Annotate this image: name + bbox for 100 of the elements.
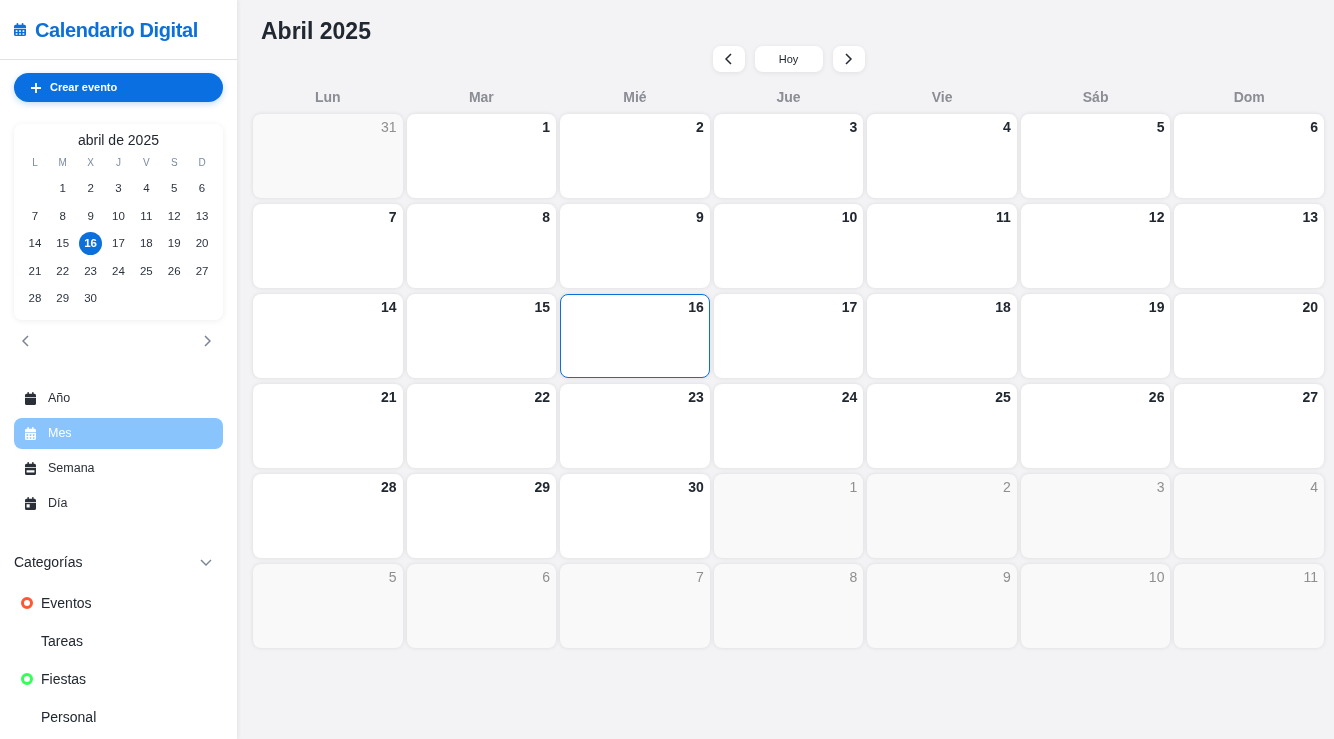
view-item[interactable]: Año [14,383,223,414]
day-cell[interactable]: 8 [406,204,557,288]
day-cell[interactable]: 7 [253,204,403,288]
today-button[interactable]: Hoy [754,46,823,72]
view-item[interactable]: Día [14,488,223,519]
day-cell[interactable]: 1 [406,114,557,198]
date-button[interactable]: 15 [51,232,75,256]
day-number: 13 [1302,209,1318,226]
day-number: 18 [995,299,1011,316]
day-cell[interactable]: 21 [253,384,403,468]
chevron-left-icon [725,53,732,65]
category-item[interactable]: Fiestas [41,668,87,690]
day-cell[interactable]: 18 [867,294,1017,378]
day-cell[interactable]: 17 [713,294,864,378]
next-button[interactable] [832,46,865,72]
day-number: 17 [841,299,858,316]
day-cell[interactable]: 20 [1174,294,1324,378]
date-button[interactable]: 1 [51,177,75,201]
day-cell[interactable]: 25 [867,384,1017,468]
day-cell[interactable]: 12 [1020,204,1171,288]
date-button[interactable]: 26 [162,259,186,283]
date-button[interactable]: 23 [79,259,103,283]
day-number: 19 [1148,299,1165,316]
day-cell[interactable]: 6 [1174,114,1324,198]
day-cell[interactable]: 11 [867,204,1017,288]
day-number: 21 [381,389,397,406]
day-cell[interactable]: 22 [406,384,557,468]
date-button[interactable]: 12 [162,204,186,228]
date-button[interactable]: 6 [190,177,214,201]
day-cell[interactable]: 14 [253,294,403,378]
date-button[interactable]: 20 [190,232,214,256]
day-cell[interactable]: 15 [406,294,557,378]
day-cell[interactable]: 13 [1174,204,1324,288]
date-button[interactable]: 21 [23,259,47,283]
weekday-label: V [143,156,150,170]
date-button[interactable]: 16 [79,232,103,256]
date-button[interactable]: 14 [23,232,47,256]
calendar-day-icon [25,497,36,510]
date-button[interactable]: 18 [134,232,158,256]
day-cell[interactable]: 2 [560,114,710,198]
day-cell[interactable]: 10 [713,204,864,288]
date-button[interactable]: 13 [190,204,214,228]
day-number: 11 [996,209,1011,226]
date-button[interactable]: 10 [107,204,130,228]
day-cell[interactable]: 27 [1174,384,1324,468]
day-number: 3 [1156,479,1165,496]
day-number: 15 [534,299,551,316]
weekday-label: Mar [468,88,494,107]
day-number: 27 [1302,389,1318,406]
date-button[interactable]: 25 [134,259,158,283]
date-button[interactable]: 27 [190,259,214,283]
day-number: 16 [688,299,704,316]
day-cell[interactable]: 24 [713,384,864,468]
day-cell[interactable]: 4 [867,114,1017,198]
calendar-grid-icon [14,23,26,36]
chevron-right-icon [845,53,852,65]
day-number: 9 [695,209,704,226]
date-button[interactable]: 24 [107,259,130,283]
chevron-left-icon[interactable] [22,335,29,347]
date-button[interactable]: 17 [107,232,130,256]
date-button[interactable]: 2 [79,177,103,201]
day-number: 6 [542,569,551,586]
create-event-button[interactable]: Crear evento [14,73,223,102]
date-button[interactable]: 9 [79,204,103,228]
weekday-label: X [87,156,94,170]
day-cell[interactable]: 5 [1020,114,1171,198]
day-cell[interactable]: 29 [406,474,557,558]
date-button[interactable]: 7 [23,204,47,228]
date-button[interactable]: 30 [79,287,103,311]
date-button[interactable]: 8 [51,204,75,228]
chevron-down-icon[interactable] [200,558,212,566]
day-cell[interactable]: 26 [1020,384,1171,468]
chevron-right-icon[interactable] [204,335,211,347]
day-cell[interactable]: 30 [560,474,710,558]
day-cell[interactable]: 28 [253,474,403,558]
weekday-label: Dom [1233,88,1265,107]
plus-icon [31,82,41,93]
date-button[interactable]: 11 [134,204,158,228]
day-cell[interactable]: 3 [713,114,864,198]
view-item[interactable]: Semana [14,453,223,484]
date-button[interactable]: 4 [134,177,158,201]
previous-button[interactable] [712,46,745,72]
date-button[interactable]: 5 [162,177,186,201]
day-number: 1 [849,479,858,496]
category-item[interactable]: Personal [41,706,97,728]
day-cell[interactable]: 19 [1020,294,1171,378]
weekday-label: J [116,156,121,170]
day-cell[interactable]: 23 [560,384,710,468]
day-number: 5 [1156,119,1165,136]
weekday-label: Vie [931,88,953,107]
category-item[interactable]: Tareas [41,630,84,652]
day-cell[interactable]: 9 [560,204,710,288]
category-item[interactable]: Eventos [41,592,92,614]
day-cell[interactable]: 16 [560,294,710,378]
day-number: 3 [849,119,858,136]
date-button[interactable]: 29 [51,287,75,311]
date-button[interactable]: 3 [107,177,130,201]
date-button[interactable]: 28 [23,287,47,311]
date-button[interactable]: 19 [162,232,186,256]
date-button[interactable]: 22 [51,259,75,283]
